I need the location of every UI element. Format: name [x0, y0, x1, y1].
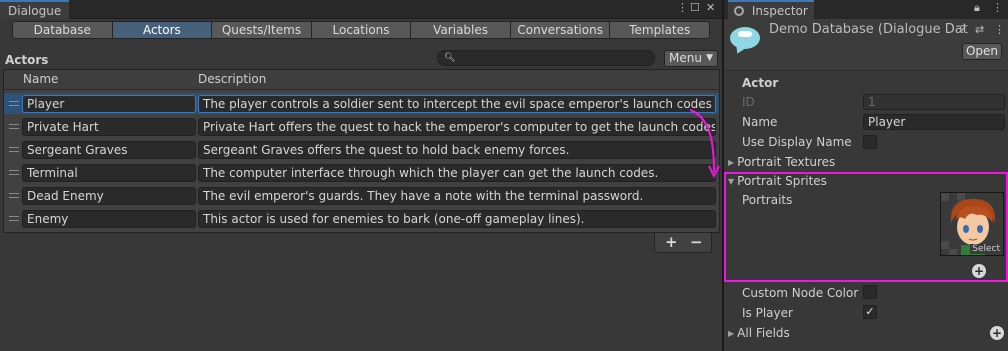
dialogue-window: Dialogue ⋮ ☐ ✕ Database Actors Quests/It…	[0, 0, 722, 351]
actor-description-field[interactable]: The evil emperor's guards. They have a n…	[198, 187, 716, 205]
actor-name-field[interactable]: Terminal	[22, 164, 196, 182]
add-portrait-icon[interactable]: +	[972, 264, 986, 278]
close-icon[interactable]: ✕	[706, 1, 715, 14]
tab-conversations[interactable]: Conversations	[510, 21, 611, 39]
table-row[interactable]: Enemy This actor is used for enemies to …	[4, 208, 719, 229]
portrait-sprites-label: Portrait Sprites	[737, 174, 827, 188]
use-display-name-label: Use Display Name	[742, 135, 852, 149]
actors-list: Name Description Player The player contr…	[3, 69, 720, 233]
is-player-checkbox[interactable]: ✓	[863, 305, 877, 319]
actors-section-title: Actors	[5, 53, 49, 67]
drag-handle-icon[interactable]	[9, 170, 19, 175]
object-name: Demo Database (Dialogue Dat	[769, 22, 968, 37]
tab-quests-items[interactable]: Quests/Items	[212, 21, 312, 39]
maximize-icon[interactable]: ☐	[690, 1, 700, 14]
actor-name-field[interactable]: Private Hart	[22, 118, 196, 136]
inspector-window: Inspector 🔒︎ ⋮ Demo Database (Dialogue D…	[724, 0, 1008, 351]
menu-dropdown[interactable]: Menu ▼	[664, 50, 718, 67]
chevron-down-icon: ▼	[728, 177, 735, 186]
actor-name-field[interactable]: Sergeant Graves	[22, 141, 196, 159]
actor-name-field[interactable]: Player	[22, 95, 196, 113]
actor-description-field[interactable]: Sergeant Graves offers the quest to hold…	[198, 141, 716, 159]
dialogue-tabbar: Dialogue ⋮ ☐ ✕	[0, 0, 722, 19]
column-header-name: Name	[23, 72, 59, 86]
name-label: Name	[742, 115, 778, 129]
tab-variables[interactable]: Variables	[411, 21, 511, 39]
add-actor-button[interactable]: +	[665, 233, 678, 251]
checkmark-icon: ✓	[865, 305, 875, 318]
kebab-menu-icon[interactable]: ⋮	[994, 23, 1005, 36]
chevron-right-icon: ▶	[728, 158, 735, 167]
drag-handle-icon[interactable]	[9, 147, 19, 152]
all-fields-label: All Fields	[737, 326, 790, 340]
portrait-textures-label: Portrait Textures	[737, 155, 836, 169]
use-display-name-checkbox[interactable]	[863, 135, 877, 149]
drag-handle-icon[interactable]	[9, 216, 19, 221]
sprite-select-button[interactable]: Select	[970, 244, 1002, 254]
list-header: Name Description	[4, 70, 719, 90]
custom-node-color-label: Custom Node Color	[742, 286, 859, 300]
table-row[interactable]: Dead Enemy The evil emperor's guards. Th…	[4, 185, 719, 206]
name-field[interactable]: Player	[863, 114, 1005, 130]
dialogue-database-icon	[730, 27, 760, 49]
inspector-object-header: Demo Database (Dialogue Dat ? ⇄ ⋮ Open	[724, 19, 1008, 71]
dialogue-window-tab[interactable]: Dialogue	[0, 0, 70, 19]
settings-sliders-icon[interactable]: ⇄	[975, 23, 984, 36]
column-header-description: Description	[198, 72, 267, 86]
remove-actor-button[interactable]: −	[690, 233, 703, 251]
actor-description-field[interactable]: The computer interface through which the…	[198, 164, 716, 182]
help-icon[interactable]: ?	[960, 23, 966, 36]
table-row[interactable]: Terminal The computer interface through …	[4, 162, 719, 183]
tab-locations[interactable]: Locations	[311, 21, 412, 39]
portraits-label: Portraits	[742, 193, 793, 207]
table-row[interactable]: Private Hart Private Hart offers the que…	[4, 116, 719, 137]
kebab-menu-icon[interactable]: ⋮	[677, 1, 688, 14]
portrait-sprites-foldout[interactable]: ▼ Portrait Sprites	[728, 174, 827, 188]
table-row[interactable]: Player The player controls a soldier sen…	[4, 93, 719, 114]
tab-database[interactable]: Database	[12, 21, 113, 39]
dialogue-window-title: Dialogue	[8, 4, 62, 18]
info-icon	[734, 6, 744, 16]
chevron-right-icon: ▶	[728, 329, 735, 338]
inspector-window-tab[interactable]: Inspector	[728, 0, 814, 19]
actor-name-field[interactable]: Dead Enemy	[22, 187, 196, 205]
portrait-sprite-slot[interactable]: Select	[940, 192, 1004, 256]
actor-section-title: Actor	[742, 76, 779, 90]
inspector-window-title: Inspector	[751, 4, 808, 18]
add-field-icon[interactable]: +	[990, 326, 1004, 340]
callout-arrow-icon	[689, 109, 720, 178]
search-icon: 🔍︎	[444, 53, 456, 63]
id-field: 1	[863, 94, 1005, 110]
caret-down-icon: ▼	[706, 53, 713, 63]
drag-handle-icon[interactable]	[9, 124, 19, 129]
tab-actors[interactable]: Actors	[112, 21, 213, 39]
tab-templates[interactable]: Templates	[610, 21, 711, 39]
actor-name-field[interactable]: Enemy	[22, 210, 196, 228]
all-fields-foldout[interactable]: ▶ All Fields	[728, 326, 790, 340]
database-toolbar: Database Actors Quests/Items Locations V…	[12, 21, 711, 39]
search-input[interactable]: 🔍︎	[437, 50, 655, 66]
actor-description-field[interactable]: This actor is used for enemies to bark (…	[198, 210, 716, 228]
menu-label: Menu	[669, 51, 702, 65]
inspector-tabbar: Inspector 🔒︎ ⋮	[724, 0, 1008, 19]
actor-description-field[interactable]: Private Hart offers the quest to hack th…	[198, 118, 716, 136]
lock-icon[interactable]: 🔒︎	[974, 1, 980, 15]
list-add-remove-footer: + −	[654, 233, 712, 253]
custom-node-color-checkbox[interactable]	[863, 285, 877, 299]
actor-description-field[interactable]: The player controls a soldier sent to in…	[198, 95, 716, 113]
drag-handle-icon[interactable]	[9, 101, 19, 106]
portrait-textures-foldout[interactable]: ▶ Portrait Textures	[728, 155, 835, 169]
drag-handle-icon[interactable]	[9, 193, 19, 198]
table-row[interactable]: Sergeant Graves Sergeant Graves offers t…	[4, 139, 719, 160]
kebab-menu-icon[interactable]: ⋮	[992, 1, 1003, 14]
open-button[interactable]: Open	[962, 43, 1002, 60]
is-player-label: Is Player	[742, 306, 793, 320]
id-label: ID	[742, 95, 755, 109]
